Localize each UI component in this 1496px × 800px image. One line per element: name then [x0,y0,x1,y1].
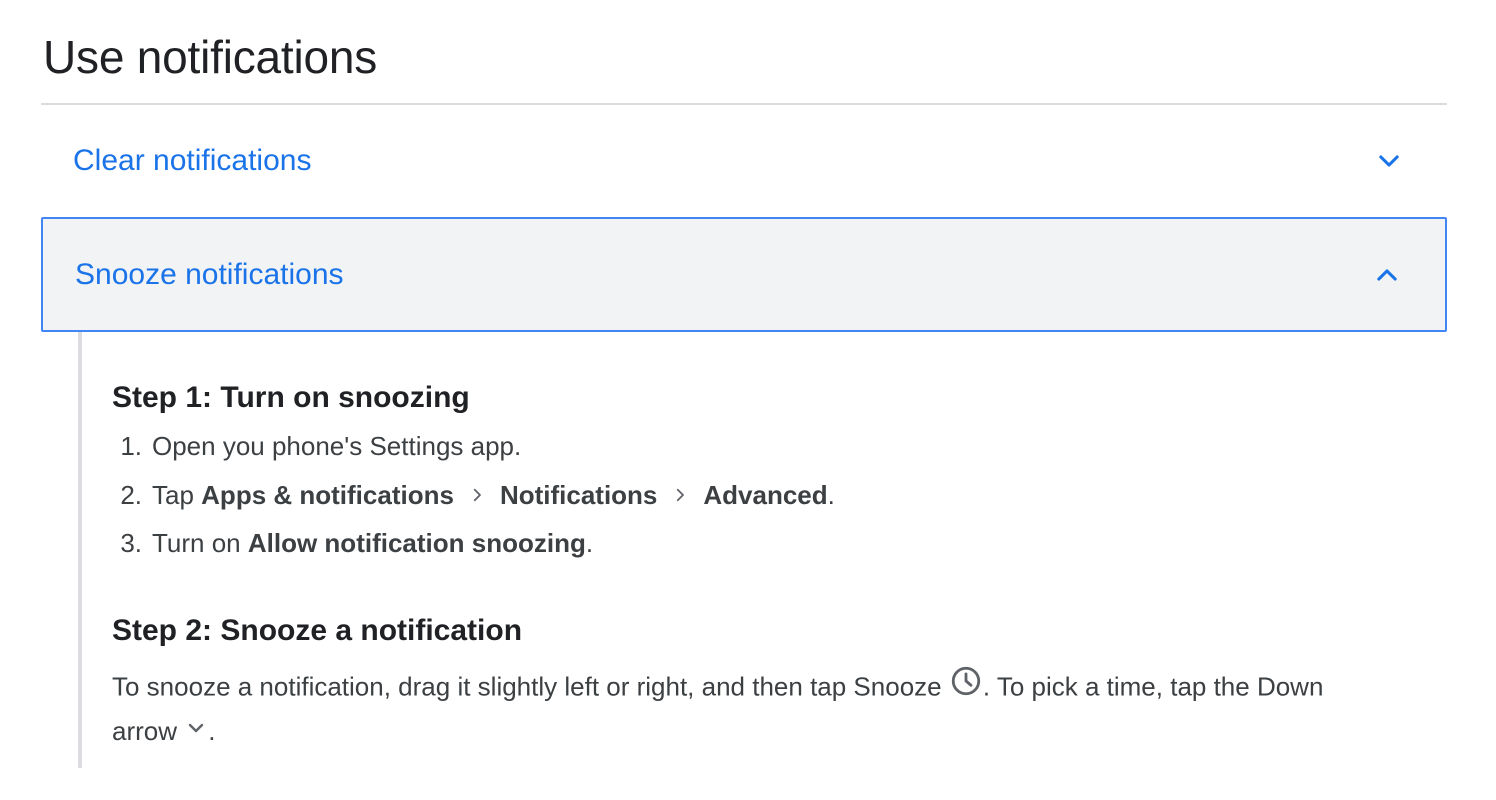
allow-snoozing-label: Allow notification snoozing [247,528,586,558]
list-number: 2. [120,479,142,510]
help-page: Use notifications Clear notifications Sn… [0,0,1496,800]
clock-icon [949,664,983,709]
list-text: Open you phone's Settings app. [152,431,522,461]
accordion-snooze-notifications[interactable]: Snooze notifications [41,217,1447,332]
list-number: 1. [120,431,142,461]
path-advanced: Advanced [703,479,828,510]
title-divider [41,103,1447,105]
snooze-panel: Step 1: Turn on snoozing 1. Open you pho… [78,332,1447,768]
chevron-right-icon [454,479,500,511]
step1-heading: Step 1: Turn on snoozing [112,381,470,414]
accordion-snooze-label: Snooze notifications [75,257,344,291]
list-number: 3. [120,528,142,558]
list-prefix: Turn on [152,528,248,558]
page-title: Use notifications [43,31,378,83]
accordion-clear-label: Clear notifications [73,144,312,177]
list-item: 3. Turn on Allow notification snoozing . [112,527,835,576]
list-suffix: . [827,479,835,510]
list-suffix: . [585,528,594,558]
step2-paragraph: To snooze a notification, drag it slight… [112,666,1372,753]
chevron-right-icon [657,479,703,511]
path-apps-notifications: Apps & notifications [201,479,454,510]
list-item: 1. Open you phone's Settings app. [112,430,835,479]
chevron-up-icon [1371,259,1403,291]
step2-heading: Step 2: Snooze a notification [112,614,523,647]
step2-text-part1: To snooze a notification, drag it slight… [112,671,949,702]
chevron-down-icon [1373,145,1405,177]
list-prefix: Tap [152,479,202,510]
accordion-clear-notifications[interactable]: Clear notifications [41,106,1447,216]
list-item: 2. Tap Apps & notifications Notification… [112,479,835,528]
step2-text-part3: . [208,716,216,746]
chevron-down-icon [184,711,208,751]
step1-list: 1. Open you phone's Settings app. 2. Tap… [112,430,835,576]
path-notifications: Notifications [499,479,658,510]
